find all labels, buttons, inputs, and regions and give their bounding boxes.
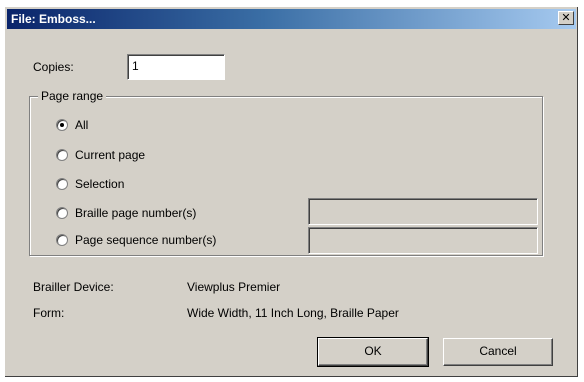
radio-label-braille-page-numbers: Braille page number(s) bbox=[75, 206, 197, 220]
dialog-title: File: Emboss... bbox=[11, 12, 96, 26]
copies-input[interactable]: 1 bbox=[127, 54, 225, 80]
form-label: Form: bbox=[33, 306, 65, 320]
radio-button-selection[interactable] bbox=[56, 178, 68, 190]
title-bar[interactable]: File: Emboss... ✕ bbox=[7, 9, 576, 29]
cancel-button[interactable]: Cancel bbox=[443, 338, 553, 366]
ok-button[interactable]: OK bbox=[317, 337, 429, 367]
brailler-device-value: Viewplus Premier bbox=[187, 280, 281, 294]
radio-selection[interactable]: Selection bbox=[56, 177, 124, 191]
radio-current-page[interactable]: Current page bbox=[56, 148, 145, 162]
close-icon: ✕ bbox=[561, 12, 571, 24]
radio-button-current-page[interactable] bbox=[56, 149, 68, 161]
page-range-legend: Page range bbox=[38, 89, 107, 103]
copies-label: Copies: bbox=[33, 60, 74, 74]
radio-button-all[interactable] bbox=[56, 119, 68, 131]
radio-braille-page-numbers[interactable]: Braille page number(s) bbox=[56, 206, 196, 220]
radio-label-current-page: Current page bbox=[75, 148, 146, 162]
radio-label-page-sequence-numbers: Page sequence number(s) bbox=[75, 233, 217, 247]
braille-page-numbers-input[interactable] bbox=[308, 198, 538, 225]
brailler-device-label: Brailler Device: bbox=[33, 280, 114, 294]
radio-button-page-sequence-numbers[interactable] bbox=[56, 234, 68, 246]
copies-value: 1 bbox=[132, 59, 139, 73]
radio-button-braille-page-numbers[interactable] bbox=[56, 207, 68, 219]
radio-all[interactable]: All bbox=[56, 118, 88, 132]
radio-label-all: All bbox=[75, 118, 89, 132]
page-sequence-numbers-input[interactable] bbox=[308, 227, 538, 254]
radio-page-sequence-numbers[interactable]: Page sequence number(s) bbox=[56, 233, 216, 247]
form-value: Wide Width, 11 Inch Long, Braille Paper bbox=[187, 306, 399, 320]
close-button[interactable]: ✕ bbox=[558, 11, 574, 25]
radio-label-selection: Selection bbox=[75, 177, 125, 191]
